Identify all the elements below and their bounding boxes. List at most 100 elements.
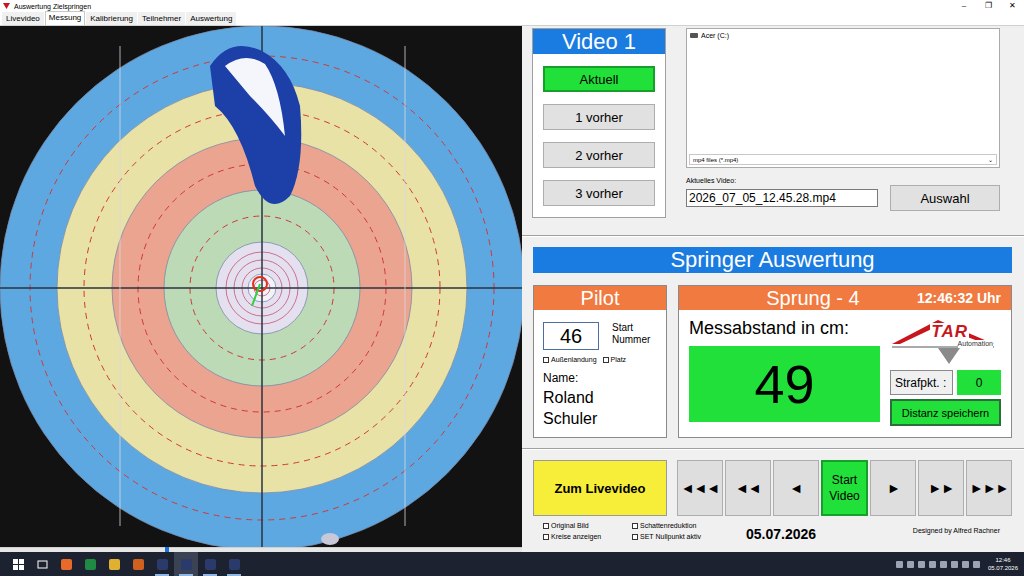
- live-video-button[interactable]: Zum Livevideo: [533, 460, 667, 516]
- video-panel-title: Video 1: [533, 29, 665, 54]
- options-row: Original Bild Schattenreduktion Kreise anz…: [522, 516, 1024, 542]
- date-label: 05.07.2026: [746, 520, 816, 542]
- video-position-slider[interactable]: [0, 547, 522, 552]
- option-checkbox[interactable]: SET Nullpunkt aktiv: [632, 533, 732, 540]
- tab[interactable]: Auswertung: [186, 12, 236, 25]
- select-button[interactable]: Auswahl: [890, 185, 1000, 211]
- current-video-field[interactable]: 2026_07_05_12.45.28.mp4: [686, 189, 878, 207]
- video-frame: [0, 26, 522, 547]
- pilot-name-line: Roland: [543, 387, 657, 408]
- section-title: Springer Auswertung: [533, 247, 1012, 273]
- maximize-button[interactable]: ❐: [976, 0, 1000, 12]
- credit-label: Designed by Alfred Rachner: [913, 527, 1000, 536]
- start-button[interactable]: [6, 552, 30, 576]
- option-checkbox[interactable]: Schattenreduktion: [632, 522, 732, 529]
- checkbox-box[interactable]: [603, 357, 609, 363]
- video-select-button[interactable]: 2 vorher: [543, 142, 655, 168]
- playback-button[interactable]: ◄◄◄: [677, 460, 723, 516]
- name-label: Name:: [543, 371, 657, 385]
- video-select-button[interactable]: 3 vorher: [543, 180, 655, 206]
- target-image: [0, 26, 522, 547]
- minimize-button[interactable]: –: [952, 0, 976, 12]
- slider-thumb[interactable]: [165, 547, 169, 552]
- jump-title: Sprung - 4: [679, 286, 917, 310]
- video-select-button[interactable]: 1 vorher: [543, 104, 655, 130]
- pilot-name-line: Schuler: [543, 408, 657, 429]
- file-browser: Acer (C:)mp4 files (*.mp4)⌄Aktuelles Vid…: [686, 28, 1000, 235]
- taskbar-app[interactable]: [222, 552, 246, 576]
- drive-icon: [690, 33, 698, 38]
- running-indicator: [227, 574, 241, 576]
- control-column: Video 1 Aktuell 1 vorher 2 vorher 3 vorher Ac…: [522, 26, 1024, 552]
- video-column: [0, 26, 522, 552]
- file-filter-value: mp4 files (*.mp4): [693, 157, 738, 163]
- taskbar-app[interactable]: [126, 552, 150, 576]
- tray-icon[interactable]: [929, 561, 936, 568]
- pilot-title: Pilot: [534, 286, 666, 310]
- windows-icon: [13, 559, 24, 570]
- checkbox-box[interactable]: [543, 357, 549, 363]
- tray-icon[interactable]: [962, 561, 969, 568]
- current-video-row: 2026_07_05_12.45.28.mp4 Auswahl: [686, 185, 1000, 211]
- file-list-item[interactable]: Acer (C:): [690, 32, 996, 39]
- app-icon: [61, 559, 72, 570]
- separator: [522, 235, 1024, 237]
- checkbox-box[interactable]: [632, 523, 638, 529]
- taskbar-app[interactable]: [102, 552, 126, 576]
- start-number-field[interactable]: 46: [543, 322, 599, 350]
- start-number-label: Start Nummer: [612, 322, 656, 346]
- option-checkbox[interactable]: Kreise anzeigen: [543, 533, 632, 540]
- video-select-button[interactable]: Aktuell: [543, 66, 655, 92]
- taskbar-app[interactable]: [150, 552, 174, 576]
- penalty-label: Strafpkt. :: [890, 370, 953, 395]
- playback-button[interactable]: Start Video: [821, 460, 869, 516]
- tray-icon[interactable]: [918, 561, 925, 568]
- tray-icon[interactable]: [896, 561, 903, 568]
- checkbox-label: Original Bild: [551, 522, 589, 529]
- playback-button[interactable]: ►►►: [966, 460, 1012, 516]
- checkbox-box[interactable]: [543, 523, 549, 529]
- pilot-checkbox[interactable]: Platz: [603, 356, 627, 363]
- playback-button[interactable]: ►►: [918, 460, 964, 516]
- checkbox-box[interactable]: [632, 534, 638, 540]
- checkbox-label: Schattenreduktion: [640, 522, 696, 529]
- logo-text: TAR: [930, 323, 969, 340]
- option-checkbox[interactable]: Original Bild: [543, 522, 632, 529]
- taskbar-app[interactable]: [78, 552, 102, 576]
- jump-time: 12:46:32 Uhr: [917, 286, 1001, 310]
- video-selection-section: Video 1 Aktuell 1 vorher 2 vorher 3 vorher Ac…: [522, 26, 1024, 235]
- checkbox-label: SET Nullpunkt aktiv: [640, 533, 701, 540]
- taskbar-app[interactable]: [54, 552, 78, 576]
- tray-icon[interactable]: [951, 561, 958, 568]
- file-list-items: Acer (C:): [687, 29, 999, 42]
- file-list[interactable]: Acer (C:) mp4 files (*.mp4)⌄: [686, 28, 1000, 168]
- task-view-button[interactable]: [30, 552, 54, 576]
- clock[interactable]: 12:4605.07.2026: [988, 556, 1018, 572]
- window-title: Auswertung Zielspringen: [14, 3, 952, 10]
- tray-icon[interactable]: [907, 561, 914, 568]
- tray-icon[interactable]: [940, 561, 947, 568]
- tray-icon[interactable]: [973, 561, 980, 568]
- jump-header: Sprung - 412:46:32 Uhr: [679, 286, 1011, 310]
- playback-button[interactable]: ◄: [773, 460, 819, 516]
- save-distance-button[interactable]: Distanz speichern: [890, 399, 1001, 426]
- taskbar-app[interactable]: [198, 552, 222, 576]
- checkbox-label: Platz: [611, 356, 627, 363]
- taskbar-app[interactable]: [174, 552, 198, 576]
- tab[interactable]: Messung: [45, 11, 85, 25]
- tab[interactable]: Kalibrierung: [86, 12, 137, 25]
- app-icon: [157, 559, 168, 570]
- system-tray: 12:4605.07.2026: [896, 556, 1024, 572]
- close-button[interactable]: ✕: [1000, 0, 1024, 12]
- running-indicator: [155, 574, 169, 576]
- app-icon: [3, 3, 10, 9]
- pilot-checkbox[interactable]: Außenlandung: [543, 356, 597, 363]
- playback-button[interactable]: ►: [870, 460, 916, 516]
- playback-button[interactable]: ◄◄: [725, 460, 771, 516]
- tab[interactable]: Teilnehmer: [138, 12, 185, 25]
- clock-date: 05.07.2026: [988, 564, 1018, 572]
- tab[interactable]: Livevideo: [2, 12, 44, 25]
- checkbox-box[interactable]: [543, 534, 549, 540]
- file-filter-dropdown[interactable]: mp4 files (*.mp4)⌄: [689, 154, 997, 165]
- main-area: Video 1 Aktuell 1 vorher 2 vorher 3 vorher Ac…: [0, 26, 1024, 552]
